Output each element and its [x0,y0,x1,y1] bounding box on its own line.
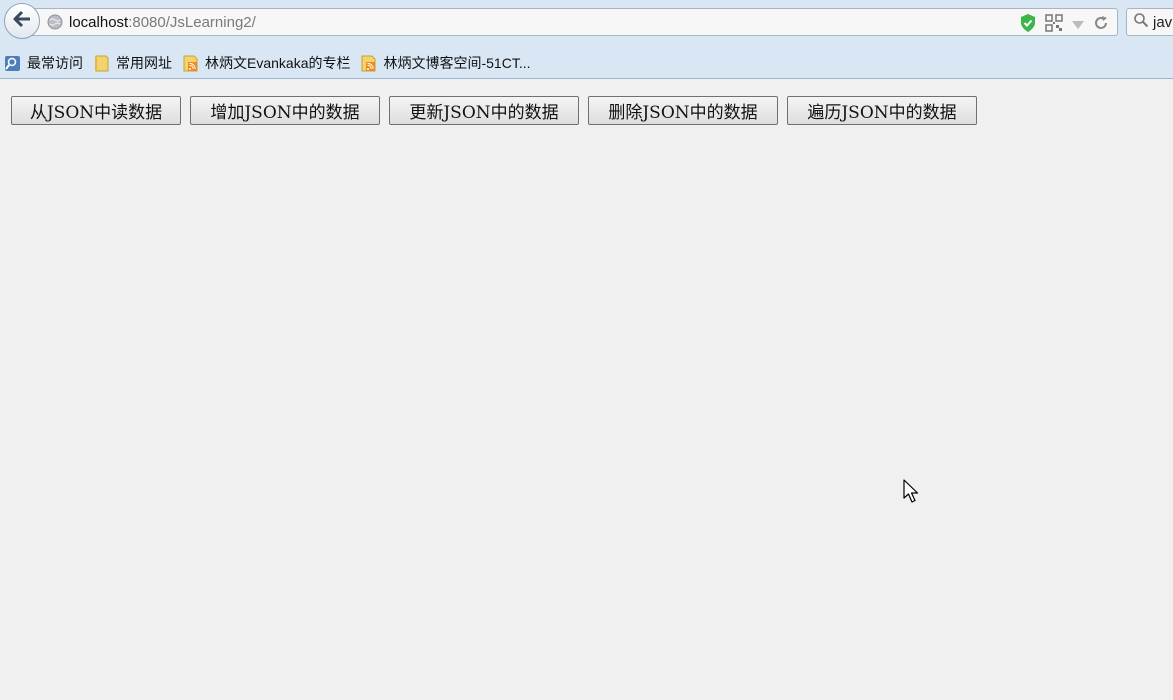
dropdown-arrow-icon[interactable] [1071,16,1085,35]
url-text: localhost:8080/JsLearning2/ [69,14,256,31]
update-json-button[interactable]: 更新JSON中的数据 [389,96,579,125]
folder-icon [93,55,110,72]
delete-json-button[interactable]: 删除JSON中的数据 [588,96,778,125]
rss-feed-icon [360,55,377,72]
search-input[interactable]: jav [1126,8,1173,36]
page-content: 从JSON中读数据 增加JSON中的数据 更新JSON中的数据 删除JSON中的… [0,79,1173,700]
iterate-json-button[interactable]: 遍历JSON中的数据 [787,96,977,125]
reload-icon[interactable] [1093,15,1109,35]
url-path: :8080/JsLearning2/ [128,13,256,31]
bookmark-label: 常用网址 [116,55,172,71]
back-button[interactable] [4,3,40,39]
mouse-cursor-icon [903,479,921,505]
qr-code-icon[interactable] [1045,14,1063,36]
bookmark-evankaka-column[interactable]: 林炳文Evankaka的专栏 [182,53,350,73]
bookmark-most-visited[interactable]: 最常访问 [4,53,83,73]
bookmark-label: 林炳文博客空间-51CT... [383,55,531,71]
globe-icon [47,14,63,30]
address-bar-actions [1019,13,1109,37]
bookmark-51cto-blog[interactable]: 林炳文博客空间-51CT... [360,53,531,73]
back-arrow-icon [12,10,32,32]
address-bar[interactable]: localhost:8080/JsLearning2/ [30,8,1118,36]
navigation-toolbar: localhost:8080/JsLearning2/ jav [0,0,1173,42]
shield-icon[interactable] [1019,13,1037,37]
rss-feed-icon [182,55,199,72]
bookmark-common-sites[interactable]: 常用网址 [93,53,172,73]
add-json-button[interactable]: 增加JSON中的数据 [190,96,380,125]
frequent-icon [4,55,21,72]
bookmarks-bar: 最常访问 常用网址 林炳文Evankaka的专栏 林炳文博客空间-51CT... [0,50,537,76]
bookmark-label: 最常访问 [27,55,83,71]
button-row: 从JSON中读数据 增加JSON中的数据 更新JSON中的数据 删除JSON中的… [11,96,986,125]
search-text: jav [1153,13,1173,31]
bookmark-label: 林炳文Evankaka的专栏 [205,55,351,71]
browser-chrome: localhost:8080/JsLearning2/ jav 最常访问 常用网… [0,0,1173,79]
read-json-button[interactable]: 从JSON中读数据 [11,96,181,125]
url-host: localhost [69,13,129,31]
search-icon [1133,12,1149,32]
